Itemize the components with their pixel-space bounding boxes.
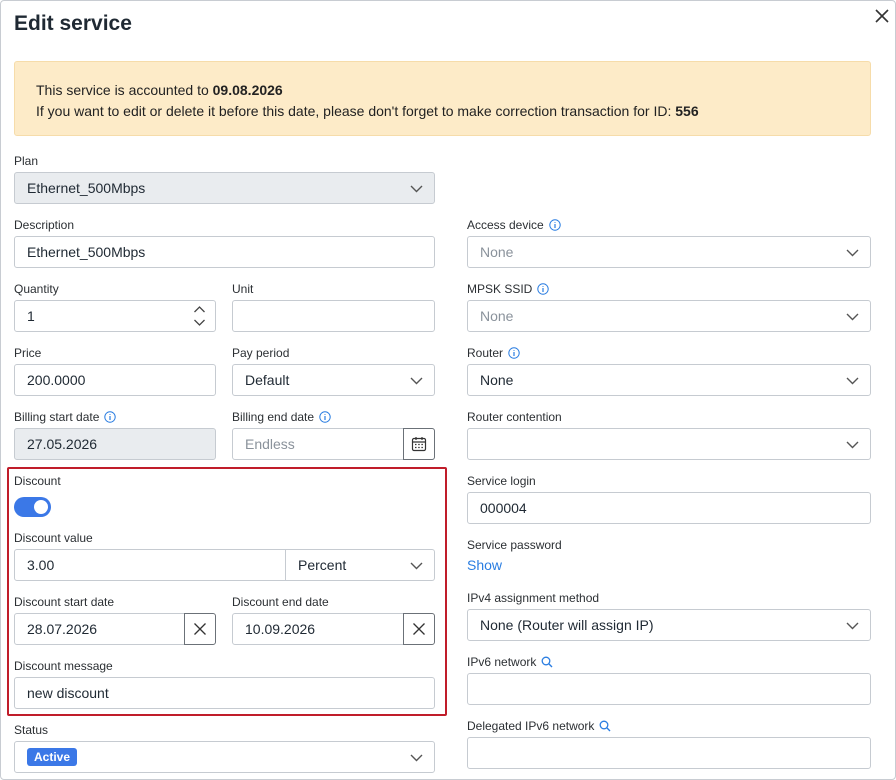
plan-select[interactable]: Ethernet_500Mbps <box>14 172 435 204</box>
router-select[interactable]: None <box>467 364 871 396</box>
chevron-down-icon <box>846 622 859 630</box>
discount-message-label: Discount message <box>14 659 113 673</box>
accounted-warning: This service is accounted to 09.08.2026 … <box>14 61 871 136</box>
show-password-link[interactable]: Show <box>467 557 502 573</box>
info-icon[interactable] <box>537 283 550 295</box>
discount-start-clear-button[interactable] <box>184 613 216 645</box>
status-label: Status <box>14 723 49 737</box>
discount-end-clear-button[interactable] <box>403 613 435 645</box>
service-password-label: Service password <box>467 538 562 552</box>
mpsk-ssid-select[interactable]: None <box>467 300 871 332</box>
router-contention-select[interactable] <box>467 428 871 460</box>
discount-value-label: Discount value <box>14 531 93 545</box>
price-input[interactable]: 200.0000 <box>14 364 216 396</box>
billing-start-label: Billing start date <box>14 410 117 424</box>
discount-type-select[interactable]: Percent <box>286 549 435 581</box>
chevron-down-icon <box>410 562 423 570</box>
price-label: Price <box>14 346 42 360</box>
info-icon[interactable] <box>319 411 331 423</box>
clear-icon <box>194 623 206 635</box>
chevron-down-icon <box>846 249 859 257</box>
search-icon[interactable] <box>599 720 611 732</box>
delegated-ipv6-label: Delegated IPv6 network <box>467 719 611 733</box>
transaction-id: 556 <box>675 103 699 119</box>
router-contention-label: Router contention <box>467 410 562 424</box>
discount-toggle[interactable] <box>14 497 51 517</box>
ipv4-method-label: IPv4 assignment method <box>467 591 600 605</box>
accounted-date: 09.08.2026 <box>212 82 283 98</box>
pay-period-select[interactable]: Default <box>232 364 435 396</box>
close-button[interactable] <box>871 5 893 27</box>
calendar-icon <box>411 437 427 452</box>
stepper-icon[interactable] <box>193 304 206 328</box>
billing-start-input: 27.05.2026 <box>14 428 216 460</box>
status-badge: Active <box>27 748 78 766</box>
service-login-input[interactable]: 000004 <box>467 492 871 524</box>
toggle-knob <box>34 500 48 514</box>
alert-line-1: This service is accounted to 09.08.2026 <box>36 82 283 98</box>
discount-message-input[interactable]: new discount <box>14 677 435 709</box>
chevron-down-icon <box>410 377 423 385</box>
billing-end-label: Billing end date <box>232 410 331 424</box>
chevron-down-icon <box>410 754 423 762</box>
mpsk-ssid-label: MPSK SSID <box>467 282 550 296</box>
discount-end-input[interactable]: 10.09.2026 <box>232 613 404 645</box>
calendar-button[interactable] <box>403 428 435 460</box>
quantity-label: Quantity <box>14 282 59 296</box>
unit-input[interactable] <box>232 300 435 332</box>
clear-icon <box>413 623 425 635</box>
description-label: Description <box>14 218 75 232</box>
edit-service-dialog: Edit service This service is accounted t… <box>0 0 896 780</box>
discount-start-label: Discount start date <box>14 595 115 609</box>
info-icon[interactable] <box>549 219 561 231</box>
chevron-down-icon <box>846 377 859 385</box>
quantity-input[interactable]: 1 <box>14 300 216 332</box>
discount-value-input[interactable]: 3.00 <box>14 549 286 581</box>
dialog-title: Edit service <box>14 12 132 35</box>
plan-label: Plan <box>14 154 39 168</box>
ipv6-network-input[interactable] <box>467 673 871 705</box>
description-input[interactable]: Ethernet_500Mbps <box>14 236 435 268</box>
delegated-ipv6-input[interactable] <box>467 737 871 769</box>
alert-line-2: If you want to edit or delete it before … <box>36 103 699 119</box>
ipv6-network-label: IPv6 network <box>467 655 553 669</box>
service-login-label: Service login <box>467 474 536 488</box>
billing-end-input[interactable]: Endless <box>232 428 435 460</box>
access-device-select[interactable]: None <box>467 236 871 268</box>
close-icon <box>875 9 889 23</box>
discount-end-label: Discount end date <box>232 595 329 609</box>
info-icon[interactable] <box>104 411 117 423</box>
access-device-label: Access device <box>467 218 561 232</box>
router-label: Router <box>467 346 520 360</box>
status-select[interactable]: Active <box>14 741 435 773</box>
ipv4-method-select[interactable]: None (Router will assign IP) <box>467 609 871 641</box>
chevron-down-icon <box>410 185 423 193</box>
discount-label: Discount <box>14 474 61 488</box>
search-icon[interactable] <box>541 656 553 668</box>
chevron-down-icon <box>846 313 859 321</box>
pay-period-label: Pay period <box>232 346 290 360</box>
info-icon[interactable] <box>508 347 520 359</box>
chevron-down-icon <box>846 441 859 449</box>
unit-label: Unit <box>232 282 254 296</box>
discount-start-input[interactable]: 28.07.2026 <box>14 613 185 645</box>
